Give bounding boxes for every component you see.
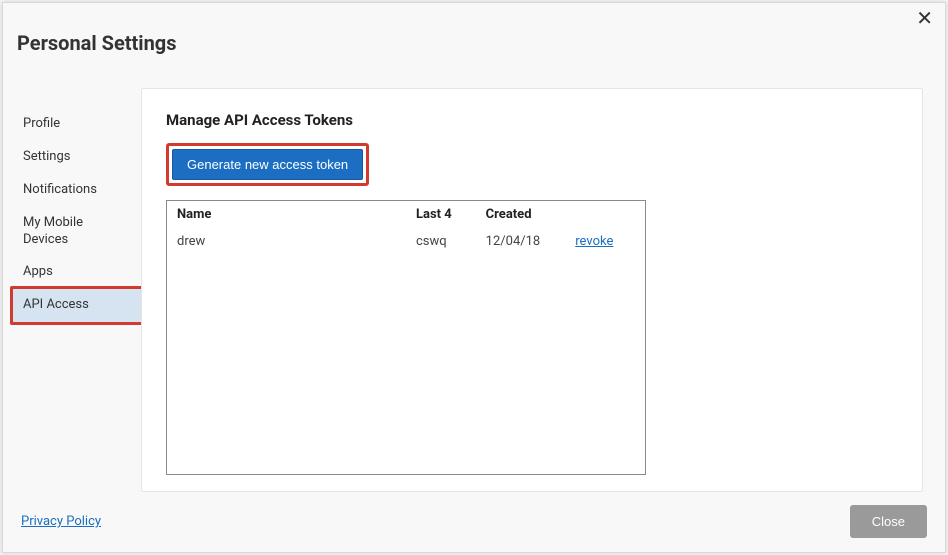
- sidebar: Profile Settings Notifications My Mobile…: [13, 88, 141, 492]
- privacy-policy-link[interactable]: Privacy Policy: [21, 514, 101, 529]
- revoke-link[interactable]: revoke: [575, 234, 613, 249]
- content-area: Profile Settings Notifications My Mobile…: [13, 88, 923, 492]
- sidebar-item-settings[interactable]: Settings: [13, 141, 141, 174]
- generate-button-highlight: Generate new access token: [166, 143, 369, 186]
- section-heading: Manage API Access Tokens: [166, 111, 898, 129]
- close-button[interactable]: Close: [850, 505, 927, 538]
- table-header-created: Created: [486, 207, 576, 222]
- token-created: 12/04/18: [486, 234, 576, 249]
- settings-dialog: ✕ Personal Settings Profile Settings Not…: [2, 2, 946, 553]
- main-panel: Manage API Access Tokens Generate new ac…: [141, 88, 923, 492]
- sidebar-item-api-access[interactable]: API Access: [10, 286, 144, 325]
- table-header-action: [575, 207, 635, 222]
- token-last4: cswq: [416, 234, 486, 249]
- table-header-row: Name Last 4 Created: [167, 201, 645, 228]
- page-title: Personal Settings: [3, 3, 945, 55]
- sidebar-item-my-mobile-devices[interactable]: My Mobile Devices: [13, 207, 141, 257]
- table-header-name: Name: [177, 207, 416, 222]
- table-header-last4: Last 4: [416, 207, 486, 222]
- token-table: Name Last 4 Created drew cswq 12/04/18 r…: [166, 200, 646, 475]
- sidebar-item-notifications[interactable]: Notifications: [13, 174, 141, 207]
- close-icon[interactable]: ✕: [916, 9, 933, 29]
- table-row: drew cswq 12/04/18 revoke: [167, 228, 645, 255]
- token-name: drew: [177, 234, 416, 249]
- sidebar-item-profile[interactable]: Profile: [13, 108, 141, 141]
- sidebar-item-apps[interactable]: Apps: [13, 256, 141, 289]
- dialog-footer: Privacy Policy Close: [21, 505, 927, 538]
- generate-token-button[interactable]: Generate new access token: [172, 149, 363, 180]
